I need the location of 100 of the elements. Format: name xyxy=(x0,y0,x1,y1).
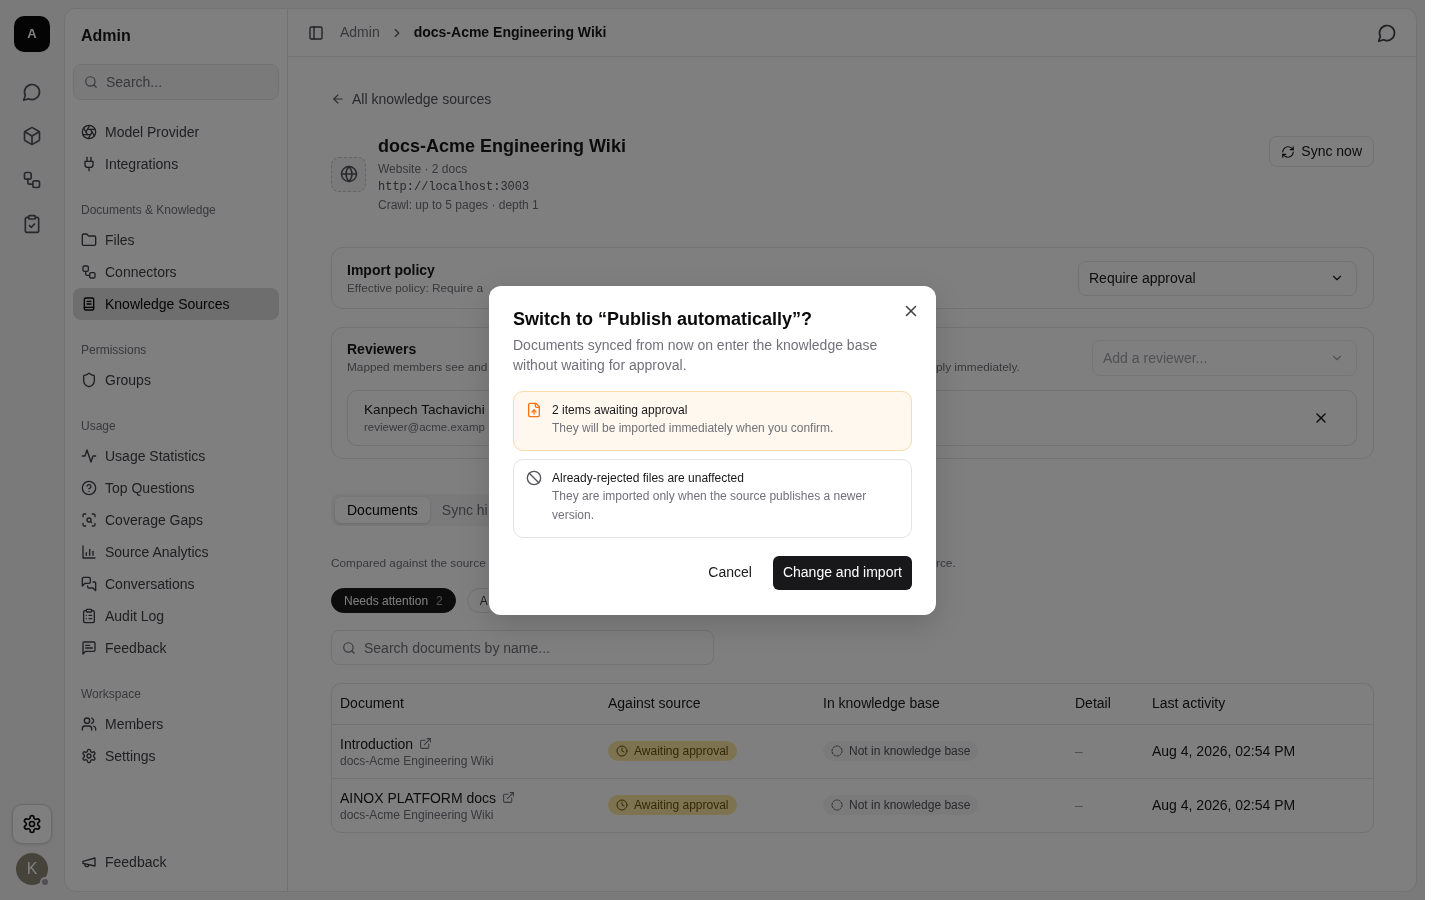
confirm-button[interactable]: Change and import xyxy=(772,555,912,590)
section-heading: Usage xyxy=(80,418,117,435)
sidebar-item[interactable]: Settings xyxy=(73,740,279,772)
filter-count: 2 xyxy=(436,592,443,610)
ban-icon xyxy=(526,469,542,486)
sidebar-item[interactable]: Connectors xyxy=(73,256,279,288)
tab[interactable]: Documents xyxy=(335,497,430,523)
notebook-icon xyxy=(81,296,97,312)
source-url: http://localhost:3003 xyxy=(378,179,530,196)
sidebar-item[interactable]: Integrations xyxy=(73,148,279,180)
notice-text: They are imported only when the source publishes a newer version. xyxy=(552,487,868,524)
search-icon xyxy=(84,75,98,89)
card-title: Reviewers xyxy=(347,340,417,359)
sidebar-item[interactable]: Top Questions xyxy=(73,472,279,504)
column-header: Against source xyxy=(600,684,815,724)
settings-icon xyxy=(81,748,97,764)
column-header: Detail xyxy=(1067,684,1144,724)
status-label: Not in knowledge base xyxy=(849,796,971,814)
search-field[interactable]: Search documents by name... xyxy=(331,630,714,665)
help-circle-icon xyxy=(81,480,97,496)
notice-title: 2 items awaiting approval xyxy=(552,401,688,419)
sidebar-item[interactable]: Coverage Gaps xyxy=(73,504,279,536)
workflow-icon xyxy=(81,264,97,280)
back-link[interactable]: All knowledge sources xyxy=(331,89,492,109)
sidebar-item[interactable]: Audit Log xyxy=(73,600,279,632)
clipboard-check-icon xyxy=(22,214,42,234)
column-header: Document xyxy=(332,684,600,724)
sidebar-item[interactable]: Members xyxy=(73,708,279,740)
notice-title: Already-rejected files are unaffected xyxy=(552,469,744,487)
card-title: Import policy xyxy=(347,261,435,280)
filter-pill[interactable]: Needs attention 2 xyxy=(331,588,456,613)
plug-icon xyxy=(81,156,97,172)
section-heading: Workspace xyxy=(80,686,142,703)
sidebar-item[interactable]: Usage Statistics xyxy=(73,440,279,472)
sidebar-item[interactable]: Knowledge Sources xyxy=(73,288,279,320)
file-upload-icon xyxy=(526,401,542,418)
scan-icon xyxy=(81,512,97,528)
search-field[interactable]: Search... xyxy=(73,64,279,100)
external-link-icon[interactable] xyxy=(502,791,516,804)
activity-icon xyxy=(81,448,97,464)
notice-text: They will be imported immediately when you confirm. xyxy=(552,419,834,437)
section-heading: Documents & Knowledge xyxy=(80,202,217,219)
comparison-note: rce. xyxy=(936,555,956,571)
aperture-icon xyxy=(81,124,97,140)
panel-icon[interactable] xyxy=(308,24,324,41)
settings-button[interactable] xyxy=(12,804,52,844)
crawl-settings: Crawl: up to 5 pages · depth 1 xyxy=(378,197,539,214)
table-cell: – xyxy=(1067,778,1144,832)
breadcrumb-link[interactable]: Admin xyxy=(340,22,380,43)
sidebar-item[interactable]: Files xyxy=(73,224,279,256)
sidebar-item[interactable]: Feedback xyxy=(73,846,279,878)
table-cell: Aug 4, 2026, 02:54 PM xyxy=(1144,778,1373,832)
source-meta: Website · 2 docs xyxy=(378,161,468,178)
megaphone-icon xyxy=(81,854,97,870)
users-icon xyxy=(81,716,97,732)
messages-icon xyxy=(81,576,97,592)
workflow-icon xyxy=(22,170,42,190)
sidebar-item[interactable]: Model Provider xyxy=(73,116,279,148)
document-source: docs-Acme Engineering Wiki xyxy=(340,806,494,823)
sidebar-item[interactable]: Groups xyxy=(73,364,279,396)
globe-icon xyxy=(331,156,366,192)
refresh-icon xyxy=(1281,144,1296,159)
tab[interactable]: Sync hi xyxy=(429,497,500,523)
table-cell: – xyxy=(1067,724,1144,778)
cancel-button[interactable]: Cancel xyxy=(692,555,768,590)
comparison-note: Compared against the source xyxy=(331,555,486,571)
chat-bubble-icon[interactable] xyxy=(1377,22,1397,43)
status-label: Awaiting approval xyxy=(634,742,729,760)
sync-button[interactable]: Sync now xyxy=(1269,136,1374,167)
document-link[interactable]: Introduction xyxy=(340,734,414,753)
sidebar-item[interactable]: Conversations xyxy=(73,568,279,600)
reviewer-email: reviewer@acme.examp xyxy=(364,420,485,435)
dialog-description: Documents synced from now on enter the knowledge base without waiting for approval. xyxy=(513,335,879,375)
search-icon xyxy=(342,640,356,655)
dashed-circle-icon xyxy=(831,744,843,757)
breadcrumb-current: docs-Acme Engineering Wiki xyxy=(413,23,607,42)
table-cell: Aug 4, 2026, 02:54 PM xyxy=(1144,724,1373,778)
sidebar-item[interactable]: Feedback xyxy=(73,632,279,664)
bar-chart-icon xyxy=(81,544,97,560)
dashed-circle-icon xyxy=(831,798,843,811)
app-logo[interactable]: A xyxy=(14,16,50,52)
clipboard-list-icon xyxy=(81,608,97,624)
column-header: In knowledge base xyxy=(815,684,1067,724)
status-label: Not in knowledge base xyxy=(849,742,971,760)
clock-icon xyxy=(616,744,628,757)
user-avatar[interactable]: K xyxy=(16,853,48,885)
dialog-title: Switch to “Publish automatically”? xyxy=(513,307,813,331)
external-link-icon[interactable] xyxy=(419,737,433,750)
shield-icon xyxy=(81,372,97,388)
card-description: Effective policy: Require a xyxy=(347,280,484,296)
reviewer-name: Kanpech Tachavichi xyxy=(364,401,485,419)
section-heading: Permissions xyxy=(80,342,148,359)
document-link[interactable]: AINOX PLATFORM docs xyxy=(340,788,497,807)
sidebar-item[interactable]: Source Analytics xyxy=(73,536,279,568)
settings-icon xyxy=(22,814,42,834)
column-header: Last activity xyxy=(1144,684,1373,724)
policy-select[interactable]: Require approval xyxy=(1078,260,1357,296)
status-label: Awaiting approval xyxy=(634,796,729,814)
clock-icon xyxy=(616,798,628,811)
document-source: docs-Acme Engineering Wiki xyxy=(340,752,494,769)
